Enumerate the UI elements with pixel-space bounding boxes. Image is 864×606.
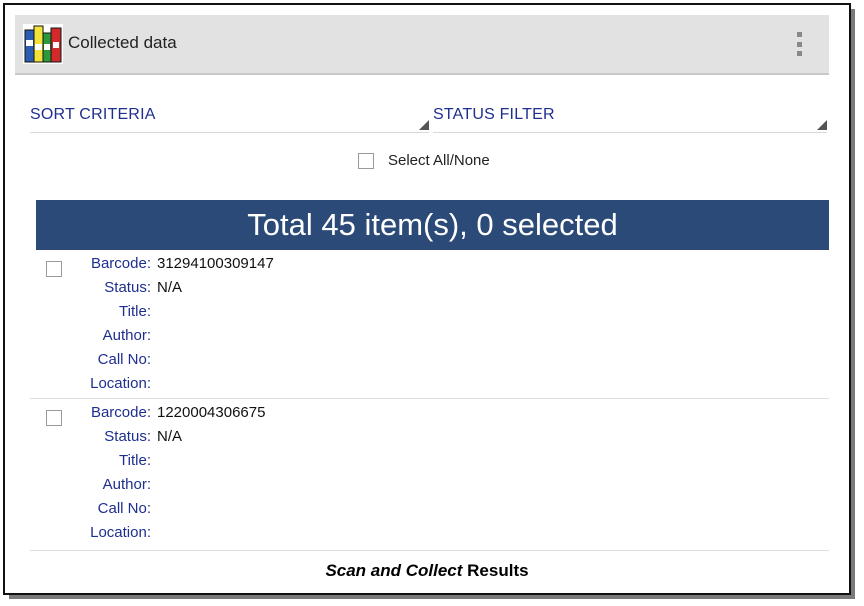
- status-label: Status:: [104, 428, 151, 445]
- spinner-arrow-icon: [419, 120, 429, 130]
- overflow-menu-icon[interactable]: [797, 32, 803, 56]
- select-all-label: Select All/None: [388, 152, 490, 169]
- sort-criteria-spinner[interactable]: SORT CRITERIA: [30, 94, 429, 133]
- status-value: N/A: [157, 428, 183, 445]
- selection-summary-banner: Total 45 item(s), 0 selected: [36, 200, 829, 250]
- status-label: Status:: [104, 279, 151, 296]
- action-bar: Collected data: [15, 15, 829, 75]
- author-label: Author:: [102, 327, 151, 344]
- overflow-dot: [797, 41, 802, 47]
- author-label: Author:: [102, 476, 151, 493]
- select-all-checkbox[interactable]: [358, 152, 374, 169]
- call-no-label: Call No:: [97, 500, 151, 517]
- caption-emphasis: Scan and Collect: [325, 561, 463, 580]
- barcode-value: 31294100309147: [157, 255, 274, 272]
- title-label: Title:: [119, 452, 151, 469]
- list-item[interactable]: Barcode: 31294100309147 Status: N/A Titl…: [30, 252, 829, 399]
- figure-caption: Scan and Collect Results: [5, 561, 849, 581]
- status-filter-label: STATUS FILTER: [433, 106, 555, 123]
- call-no-label: Call No:: [97, 351, 151, 368]
- location-label: Location:: [90, 375, 151, 392]
- status-value: N/A: [157, 279, 183, 296]
- app-title: Collected data: [68, 33, 177, 52]
- barcode-value: 1220004306675: [157, 404, 266, 421]
- caption-rest: Results: [462, 561, 529, 580]
- barcode-label: Barcode:: [90, 255, 151, 272]
- sort-criteria-label: SORT CRITERIA: [30, 106, 156, 123]
- figure-frame: Collected data SORT CRITERIA STATUS FILT…: [3, 3, 851, 595]
- select-all-toggle[interactable]: Select All/None: [358, 152, 490, 169]
- books-icon[interactable]: [23, 24, 63, 64]
- location-label: Location:: [90, 524, 151, 541]
- title-label: Title:: [119, 303, 151, 320]
- barcode-label: Barcode:: [90, 404, 151, 421]
- overflow-dot: [797, 51, 802, 56]
- list-item[interactable]: Barcode: 1220004306675 Status: N/A Title…: [30, 401, 829, 551]
- overflow-dot: [797, 32, 802, 37]
- spinner-arrow-icon: [817, 120, 827, 130]
- app-screen: Collected data SORT CRITERIA STATUS FILT…: [15, 15, 829, 555]
- status-filter-spinner[interactable]: STATUS FILTER: [433, 94, 827, 133]
